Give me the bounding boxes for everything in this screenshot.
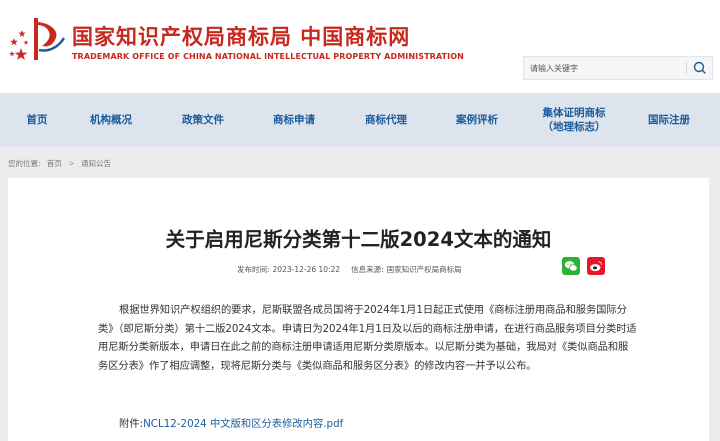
site-header: 国家知识产权局商标局 中国商标网 TRADEMARK OFFICE OF CHI… [0, 0, 720, 93]
article-body: 根据世界知识产权组织的要求，尼斯联盟各成员国将于2024年1月1日起正式使用《商… [98, 304, 637, 372]
cnipa-logo-icon[interactable] [6, 16, 68, 62]
breadcrumb-item-notices[interactable]: 通知公告 [81, 159, 111, 168]
breadcrumb: 您的位置: 首页 > 通知公告 [8, 158, 115, 169]
nav-item-international[interactable]: 国际注册 [632, 93, 706, 147]
search-input[interactable] [530, 60, 680, 76]
article-meta: 发布时间: 2023-12-26 10:22 信息来源: 国家知识产权局商标局 [237, 264, 465, 275]
search-icon[interactable] [689, 58, 711, 78]
search-box [523, 56, 713, 80]
nav-item-policy[interactable]: 政策文件 [166, 93, 240, 147]
search-divider [686, 61, 687, 75]
published-date: 2023-12-26 10:22 [272, 265, 341, 274]
attachment: 附件:NCL12-2024 中文版和区分表修改内容.pdf [119, 415, 343, 430]
breadcrumb-item-home[interactable]: 首页 [47, 159, 62, 168]
site-subtitle: TRADEMARK OFFICE OF CHINA NATIONAL INTEL… [72, 52, 464, 61]
nav-item-agency[interactable]: 商标代理 [349, 93, 423, 147]
nav-item-about[interactable]: 机构概况 [74, 93, 148, 147]
attachment-label: 附件: [119, 418, 144, 430]
article-title: 关于启用尼斯分类第十二版2024文本的通知 [165, 228, 552, 251]
breadcrumb-separator: > [68, 159, 75, 168]
article-panel: 关于启用尼斯分类第十二版2024文本的通知 发布时间: 2023-12-26 10… [8, 178, 709, 441]
site-title: 国家知识产权局商标局 中国商标网 [72, 25, 411, 49]
source-label: 信息来源: [351, 265, 384, 274]
nav-item-collective-marks[interactable]: 集体证明商标 （地理标志） [532, 93, 616, 147]
nav-item-cases[interactable]: 案例评析 [440, 93, 514, 147]
wechat-icon[interactable] [562, 257, 580, 275]
nav-item-home[interactable]: 首页 [0, 93, 74, 147]
nav-item-application[interactable]: 商标申请 [257, 93, 331, 147]
published-label: 发布时间: [237, 265, 270, 274]
main-nav: 首页 机构概况 政策文件 商标申请 商标代理 案例评析 集体证明商标 （地理标志… [0, 93, 720, 147]
breadcrumb-prefix: 您的位置: [8, 159, 41, 168]
weibo-icon[interactable] [587, 257, 605, 275]
attachment-link[interactable]: NCL12-2024 中文版和区分表修改内容.pdf [143, 418, 343, 430]
source-value: 国家知识产权局商标局 [386, 265, 462, 274]
